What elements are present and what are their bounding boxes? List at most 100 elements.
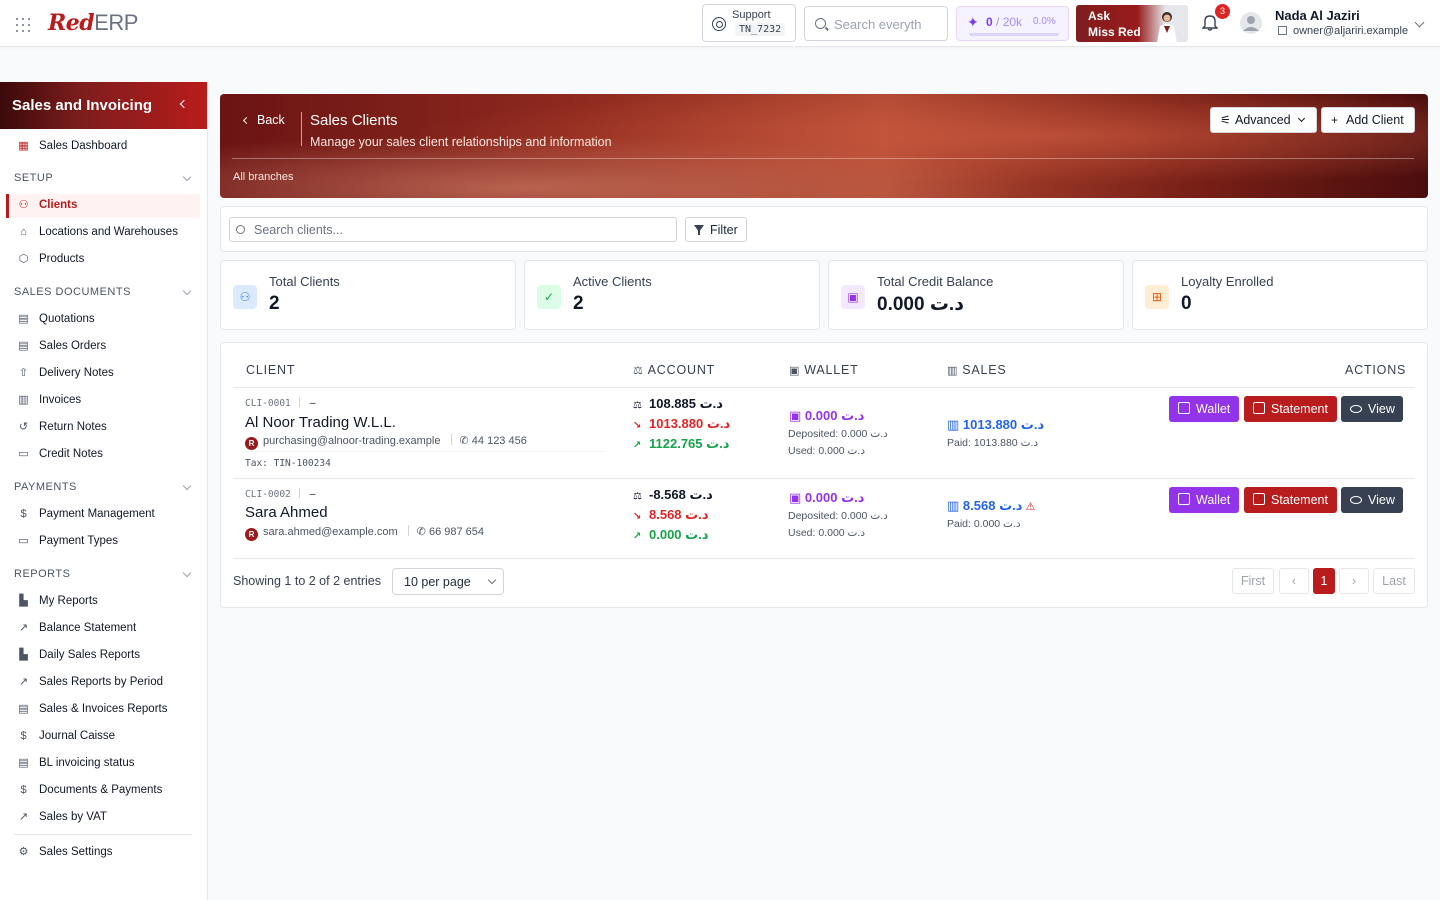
sidebar-item-sales-invoices-reports[interactable]: ▤ Sales & Invoices Reports — [6, 698, 200, 722]
user-menu-chevron-icon[interactable] — [1414, 17, 1425, 28]
entries-summary: Showing 1 to 2 of 2 entries — [233, 574, 382, 588]
sidebar-item-return-notes[interactable]: ↺ Return Notes — [6, 416, 200, 440]
sidebar-item-sales-orders[interactable]: ▤ Sales Orders — [6, 335, 200, 359]
column-header-wallet[interactable]: ▣ WALLET — [789, 363, 859, 377]
client-phone[interactable]: 44 123 456 — [472, 435, 527, 447]
advanced-label: Advanced — [1235, 113, 1291, 127]
stat-label: Loyalty Enrolled — [1181, 274, 1274, 289]
account-debit-value: 8.568 د.ت — [649, 507, 709, 522]
column-header-sales[interactable]: ▥ SALES — [947, 363, 1007, 377]
sidebar-item-journal-caisse[interactable]: $ Journal Caisse — [6, 725, 200, 749]
plus-icon: + — [1331, 113, 1339, 127]
sidebar-item-invoices[interactable]: ▥ Invoices — [6, 389, 200, 413]
sidebar-item-label: Locations and Warehouses — [39, 226, 178, 238]
gear-icon: ⚙ — [18, 846, 29, 858]
client-phone[interactable]: 66 987 654 — [429, 526, 484, 538]
sidebar-divider — [14, 834, 192, 835]
global-search-input[interactable]: Search everyth — [804, 6, 948, 41]
usage-limit: / 20k — [996, 15, 1023, 29]
id-separator — [298, 488, 300, 498]
section-label: REPORTS — [14, 568, 71, 580]
add-client-button[interactable]: + Add Client — [1321, 107, 1415, 133]
collapse-sidebar-icon[interactable] — [179, 99, 189, 109]
filter-button[interactable]: Filter — [685, 217, 747, 242]
usage-count: 0 — [986, 15, 993, 29]
sidebar-item-sales-settings[interactable]: ⚙ Sales Settings — [6, 841, 200, 865]
sidebar-section-reports[interactable]: REPORTS — [14, 568, 194, 580]
upload-icon: ⇧ — [18, 367, 29, 379]
chevron-down-icon — [1297, 114, 1306, 123]
per-page-select[interactable]: 10 per page — [392, 568, 504, 595]
view-button[interactable]: View — [1341, 396, 1403, 422]
sales-total: ▥ 8.568 د.ت ⚠ — [947, 498, 1035, 514]
client-email[interactable]: sara.ahmed@example.com — [263, 526, 398, 538]
contact-separator — [450, 434, 452, 445]
client-code: CLI-0002 — [245, 489, 291, 500]
pagination-next-button[interactable]: › — [1339, 568, 1369, 594]
row-divider — [233, 478, 1415, 479]
sidebar-section-setup[interactable]: SETUP — [14, 172, 194, 184]
pagination-prev-button[interactable]: ‹ — [1279, 568, 1309, 594]
wallet-balance: ▣ 0.000 د.ت — [789, 408, 864, 424]
wallet-icon: ▣ — [789, 408, 802, 423]
support-button[interactable]: Support TN_7232 — [702, 4, 796, 42]
tax-divider — [245, 451, 605, 452]
column-header-account[interactable]: ⚖ ACCOUNT — [633, 363, 715, 377]
receipt-icon: ▥ — [947, 498, 960, 513]
sidebar-item-balance-statement[interactable]: ↗ Balance Statement — [6, 617, 200, 641]
sidebar-item-bl-invoicing-status[interactable]: ▤ BL invoicing status — [6, 752, 200, 776]
sidebar-item-quotations[interactable]: ▤ Quotations — [6, 308, 200, 332]
sidebar-item-products[interactable]: ⬡ Products — [6, 248, 200, 272]
sidebar-item-sales-reports-by-period[interactable]: ↗ Sales Reports by Period — [6, 671, 200, 695]
wallet-button-label: Wallet — [1196, 402, 1231, 416]
sidebar-section-payments[interactable]: PAYMENTS — [14, 481, 194, 493]
document-icon: ▤ — [18, 313, 29, 325]
statement-button-label: Statement — [1271, 493, 1328, 507]
apps-grid-icon[interactable] — [16, 18, 32, 34]
pagination-page-1[interactable]: 1 — [1313, 568, 1335, 594]
sidebar-item-clients[interactable]: ⚇ Clients — [6, 194, 200, 218]
bell-icon[interactable] — [1202, 14, 1218, 31]
view-button-label: View — [1368, 493, 1395, 507]
ask-label-line2: Miss Red — [1088, 25, 1141, 39]
sidebar-item-label: Sales & Invoices Reports — [39, 703, 168, 715]
client-name[interactable]: Sara Ahmed — [245, 504, 328, 521]
advanced-button[interactable]: ⚟ Advanced — [1210, 107, 1317, 133]
statement-button[interactable]: Statement — [1244, 396, 1337, 422]
ask-label-line1: Ask — [1088, 9, 1111, 23]
sidebar-item-payment-management[interactable]: $ Payment Management — [6, 503, 200, 527]
view-button[interactable]: View — [1341, 487, 1403, 513]
statement-button[interactable]: Statement — [1244, 487, 1337, 513]
wallet-button[interactable]: Wallet — [1169, 487, 1239, 513]
client-name[interactable]: Al Noor Trading W.L.L. — [245, 414, 396, 431]
receipt-icon: ▥ — [947, 365, 959, 377]
sidebar-item-documents-payments[interactable]: $ Documents & Payments — [6, 779, 200, 803]
ai-usage-meter[interactable]: ✦ 0 / 20k 0.0% — [956, 6, 1069, 41]
sidebar-item-daily-sales-reports[interactable]: ▙ Daily Sales Reports — [6, 644, 200, 668]
sidebar-item-credit-notes[interactable]: ▭ Credit Notes — [6, 443, 200, 467]
copy-icon[interactable] — [1278, 26, 1287, 35]
client-email[interactable]: purchasing@alnoor-trading.example — [263, 435, 441, 447]
pagination-first-button[interactable]: First — [1232, 568, 1274, 594]
stat-value: 2 — [269, 293, 280, 314]
user-avatar[interactable] — [1240, 12, 1262, 34]
back-button[interactable]: Back — [242, 113, 285, 127]
user-name[interactable]: Nada Al Jaziri — [1275, 8, 1360, 23]
app-logo[interactable]: RedERP — [48, 10, 138, 36]
client-search-input[interactable]: Search clients... — [229, 217, 677, 242]
wallet-button[interactable]: Wallet — [1169, 396, 1239, 422]
branch-scope[interactable]: All branches — [233, 171, 294, 183]
column-header-client[interactable]: CLIENT — [246, 363, 295, 377]
sidebar-item-my-reports[interactable]: ▙ My Reports — [6, 590, 200, 614]
page-title: Sales Clients — [310, 112, 398, 129]
sidebar-item-sales-dashboard[interactable]: ▦ Sales Dashboard — [6, 135, 200, 159]
page-subtitle: Manage your sales client relationships a… — [310, 135, 612, 149]
header-label: ACCOUNT — [647, 363, 716, 377]
sidebar-item-locations[interactable]: ⌂ Locations and Warehouses — [6, 221, 200, 245]
sidebar-item-payment-types[interactable]: ▭ Payment Types — [6, 530, 200, 554]
sidebar-item-sales-by-vat[interactable]: ↗ Sales by VAT — [6, 806, 200, 830]
sidebar-item-delivery-notes[interactable]: ⇧ Delivery Notes — [6, 362, 200, 386]
ask-miss-red-button[interactable]: Ask Miss Red — [1076, 5, 1188, 42]
pagination-last-button[interactable]: Last — [1373, 568, 1415, 594]
sidebar-section-sales-documents[interactable]: SALES DOCUMENTS — [14, 286, 194, 298]
